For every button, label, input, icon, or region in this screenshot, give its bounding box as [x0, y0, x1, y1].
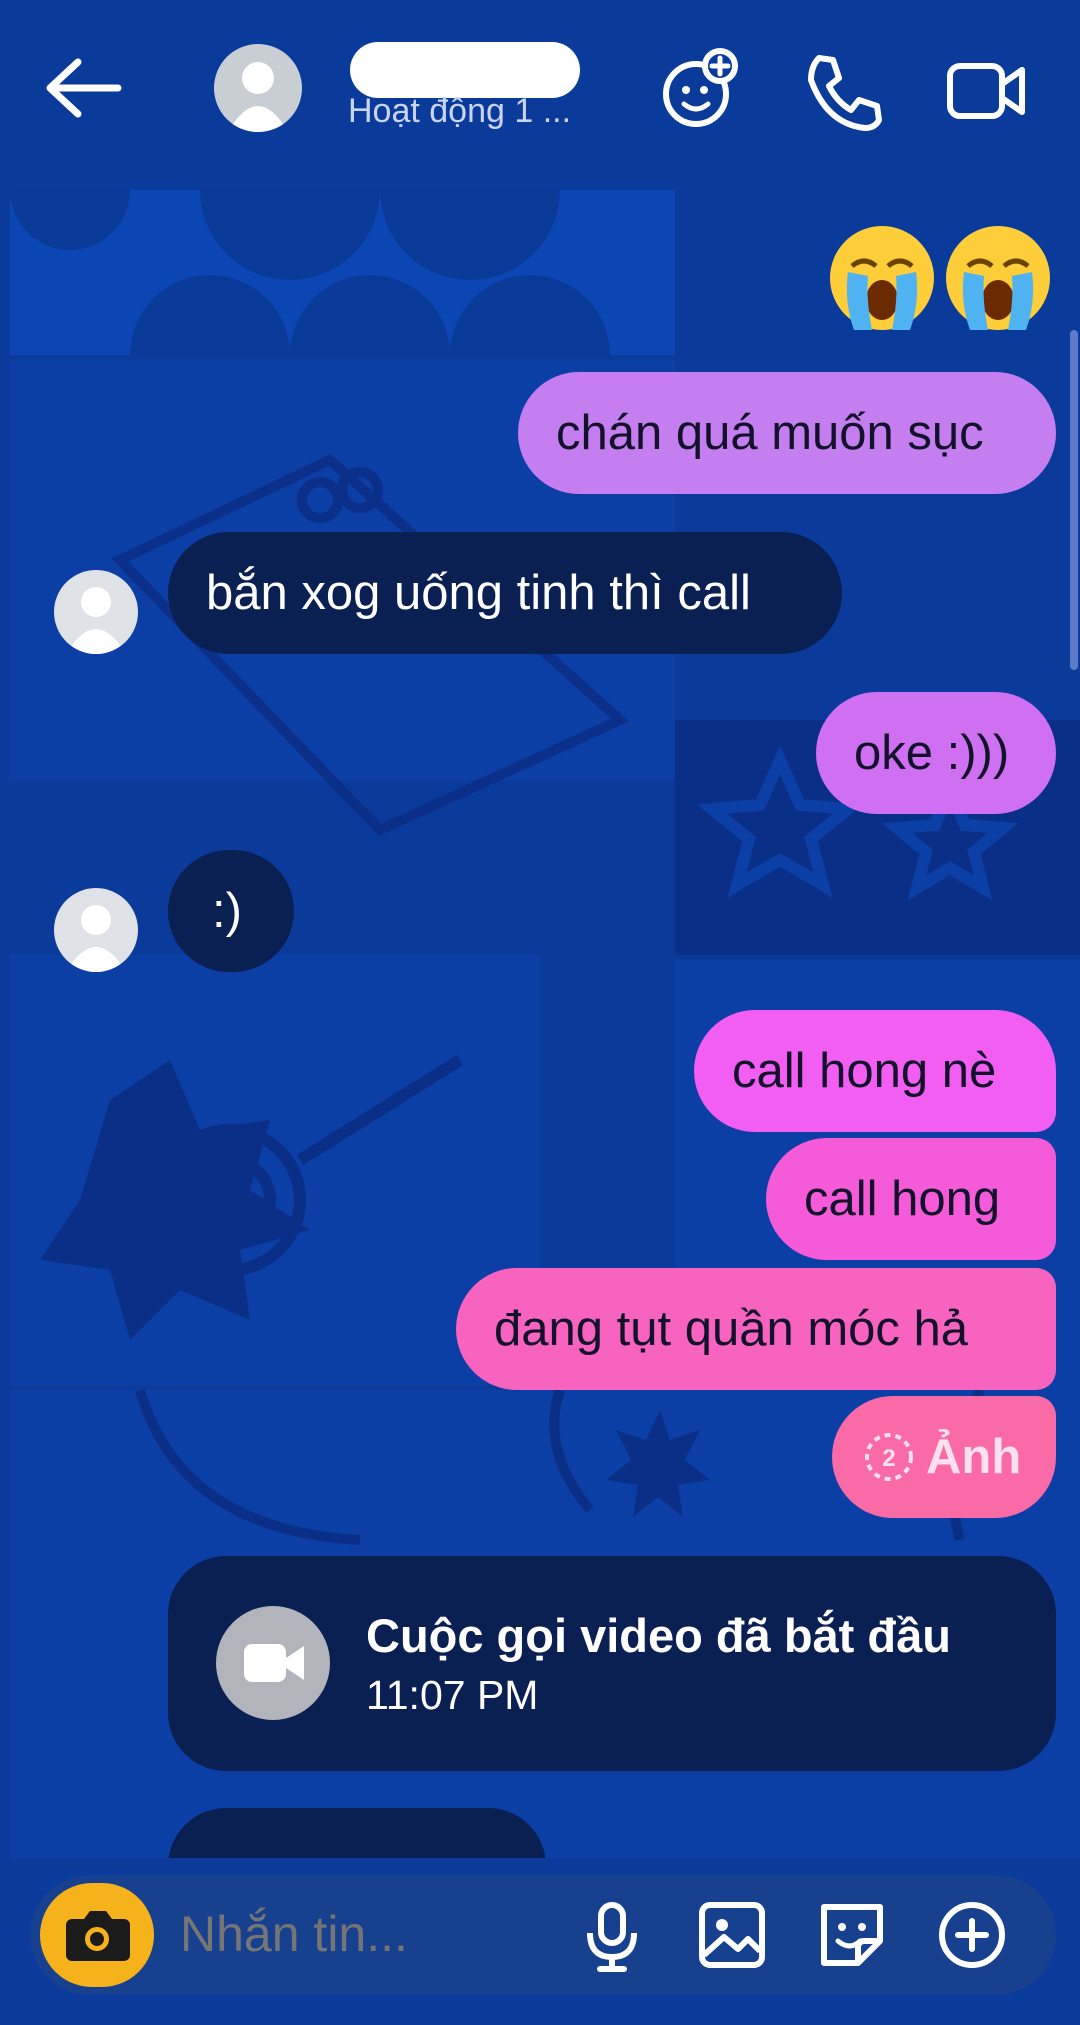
sticker-button[interactable]	[810, 1893, 894, 1977]
view-once-icon: 2	[865, 1433, 913, 1481]
game-icon	[663, 48, 738, 127]
voice-message-button[interactable]	[570, 1893, 654, 1977]
contact-status: Hoạt động 1 ...	[348, 92, 572, 130]
avatar-icon	[66, 587, 126, 654]
avatar-icon	[228, 62, 288, 132]
photo-message[interactable]: 2 Ảnh	[832, 1396, 1056, 1518]
chat-header: Hoạt động 1 ...	[0, 0, 1080, 175]
message-text: bắn xog uống tinh thì call	[206, 565, 751, 620]
camera-icon	[66, 1911, 130, 1961]
microphone-icon	[587, 1902, 637, 1972]
crying-face-emoji[interactable]	[942, 222, 1054, 334]
composer	[30, 1875, 1056, 1995]
outgoing-message[interactable]: chán quá muốn sục	[518, 372, 1056, 494]
contact-name-redacted[interactable]	[350, 42, 580, 98]
back-button[interactable]	[40, 48, 130, 128]
games-button[interactable]	[656, 44, 746, 134]
plus-circle-icon	[939, 1902, 1005, 1968]
video-call-card[interactable]: Cuộc gọi video đã bắt đầu 11:07 PM	[168, 1556, 1056, 1771]
voice-call-button[interactable]	[795, 44, 885, 134]
avatar-icon	[66, 905, 126, 972]
svg-text:2: 2	[882, 1445, 895, 1472]
video-camera-icon	[947, 63, 1025, 119]
more-options-button[interactable]	[930, 1893, 1014, 1977]
message-text: đang tụt quần móc hả	[494, 1301, 969, 1356]
photo-label: Ảnh	[926, 1429, 1022, 1484]
incoming-message[interactable]: bắn xog uống tinh thì call	[168, 532, 842, 654]
message-text: oke :)))	[854, 725, 1010, 780]
call-title: Cuộc gọi video đã bắt đầu	[366, 1609, 951, 1662]
contact-avatar[interactable]	[214, 44, 302, 132]
scrollbar[interactable]	[1070, 330, 1078, 670]
outgoing-message[interactable]: đang tụt quần móc hả	[456, 1268, 1056, 1390]
back-arrow-icon	[46, 58, 122, 118]
message-text: chán quá muốn sục	[556, 405, 984, 460]
outgoing-message[interactable]: call hong	[766, 1138, 1056, 1260]
contact-avatar-small[interactable]	[54, 570, 138, 654]
crying-face-icon	[946, 226, 1050, 330]
image-icon	[699, 1902, 765, 1968]
phone-icon	[808, 55, 882, 131]
message-text: :)	[212, 883, 242, 938]
call-time: 11:07 PM	[366, 1672, 539, 1718]
video-camera-icon	[244, 1644, 304, 1682]
camera-button[interactable]	[40, 1883, 154, 1987]
video-call-button[interactable]	[940, 44, 1030, 134]
message-text: call hong	[804, 1171, 1001, 1226]
contact-avatar-small[interactable]	[54, 888, 138, 972]
message-input[interactable]	[180, 1905, 560, 1963]
gallery-button[interactable]	[690, 1893, 774, 1977]
message-text: call hong nè	[732, 1043, 997, 1098]
crying-face-emoji[interactable]	[826, 222, 938, 334]
outgoing-message[interactable]: call hong nè	[694, 1010, 1056, 1132]
sticker-icon	[821, 1904, 883, 1966]
outgoing-message[interactable]: oke :)))	[816, 692, 1056, 814]
call-icon-circle	[216, 1606, 330, 1720]
incoming-message[interactable]: :)	[168, 850, 294, 972]
crying-face-icon	[830, 226, 934, 330]
